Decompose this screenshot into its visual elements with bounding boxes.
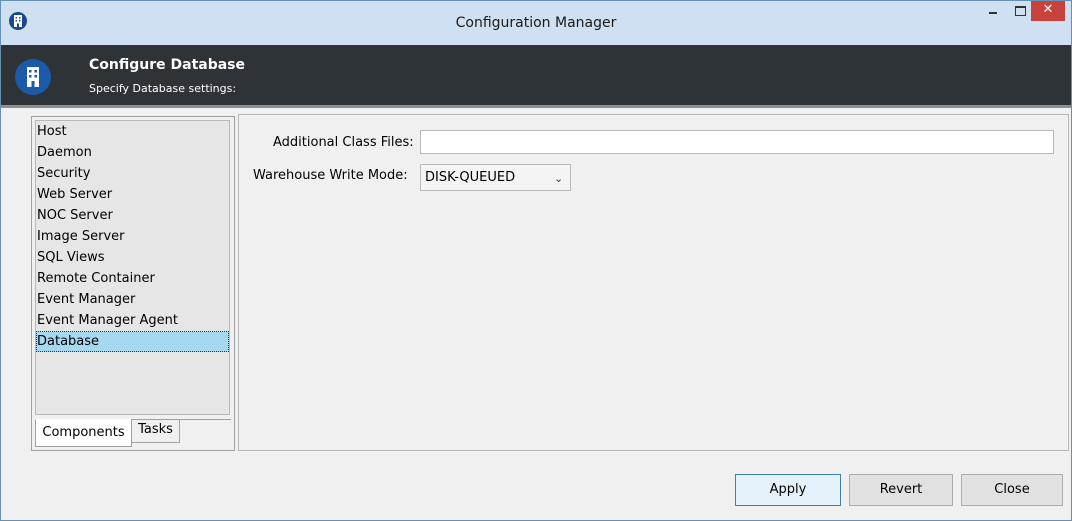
additional-class-files-input[interactable] bbox=[420, 130, 1054, 154]
settings-panel: Additional Class Files: Warehouse Write … bbox=[238, 114, 1069, 451]
close-icon: ✕ bbox=[1042, 2, 1054, 17]
navigator-tabs: Components Tasks bbox=[35, 419, 231, 450]
close-window-button[interactable]: ✕ bbox=[1031, 1, 1065, 21]
title-bar[interactable]: Configuration Manager ✕ bbox=[1, 1, 1071, 45]
warehouse-write-mode-label: Warehouse Write Mode: bbox=[253, 168, 408, 183]
warehouse-write-mode-select[interactable]: DISK-QUEUED ⌄ bbox=[420, 164, 571, 191]
page-subtitle: Specify Database settings: bbox=[89, 82, 237, 95]
chevron-down-icon: ⌄ bbox=[554, 172, 564, 185]
configuration-manager-window: Configuration Manager ✕ Configure Databa… bbox=[0, 0, 1072, 521]
list-item-noc-server[interactable]: NOC Server bbox=[36, 205, 229, 226]
list-item-sql-views[interactable]: SQL Views bbox=[36, 247, 229, 268]
close-button[interactable]: Close bbox=[961, 474, 1063, 506]
window-title: Configuration Manager bbox=[455, 15, 617, 31]
list-item-web-server[interactable]: Web Server bbox=[36, 184, 229, 205]
list-item-event-manager-agent[interactable]: Event Manager Agent bbox=[36, 310, 229, 331]
component-navigator: Host Daemon Security Web Server NOC Serv… bbox=[31, 116, 235, 451]
page-header: Configure Database Specify Database sett… bbox=[1, 45, 1071, 108]
minimize-button[interactable] bbox=[980, 1, 1005, 21]
list-item-host[interactable]: Host bbox=[36, 121, 229, 142]
maximize-button[interactable] bbox=[1008, 1, 1033, 21]
tab-tasks[interactable]: Tasks bbox=[131, 419, 180, 443]
list-item-security[interactable]: Security bbox=[36, 163, 229, 184]
apply-button[interactable]: Apply bbox=[735, 474, 841, 506]
revert-button[interactable]: Revert bbox=[849, 474, 953, 506]
list-item-database[interactable]: Database bbox=[36, 331, 229, 352]
component-list[interactable]: Host Daemon Security Web Server NOC Serv… bbox=[35, 120, 230, 415]
additional-class-files-label: Additional Class Files: bbox=[273, 135, 414, 150]
list-item-remote-container[interactable]: Remote Container bbox=[36, 268, 229, 289]
list-item-daemon[interactable]: Daemon bbox=[36, 142, 229, 163]
list-item-image-server[interactable]: Image Server bbox=[36, 226, 229, 247]
page-title: Configure Database bbox=[89, 57, 246, 73]
warehouse-write-mode-value: DISK-QUEUED bbox=[425, 170, 516, 185]
list-item-event-manager[interactable]: Event Manager bbox=[36, 289, 229, 310]
tab-components[interactable]: Components bbox=[35, 419, 132, 447]
database-building-icon bbox=[15, 59, 51, 95]
